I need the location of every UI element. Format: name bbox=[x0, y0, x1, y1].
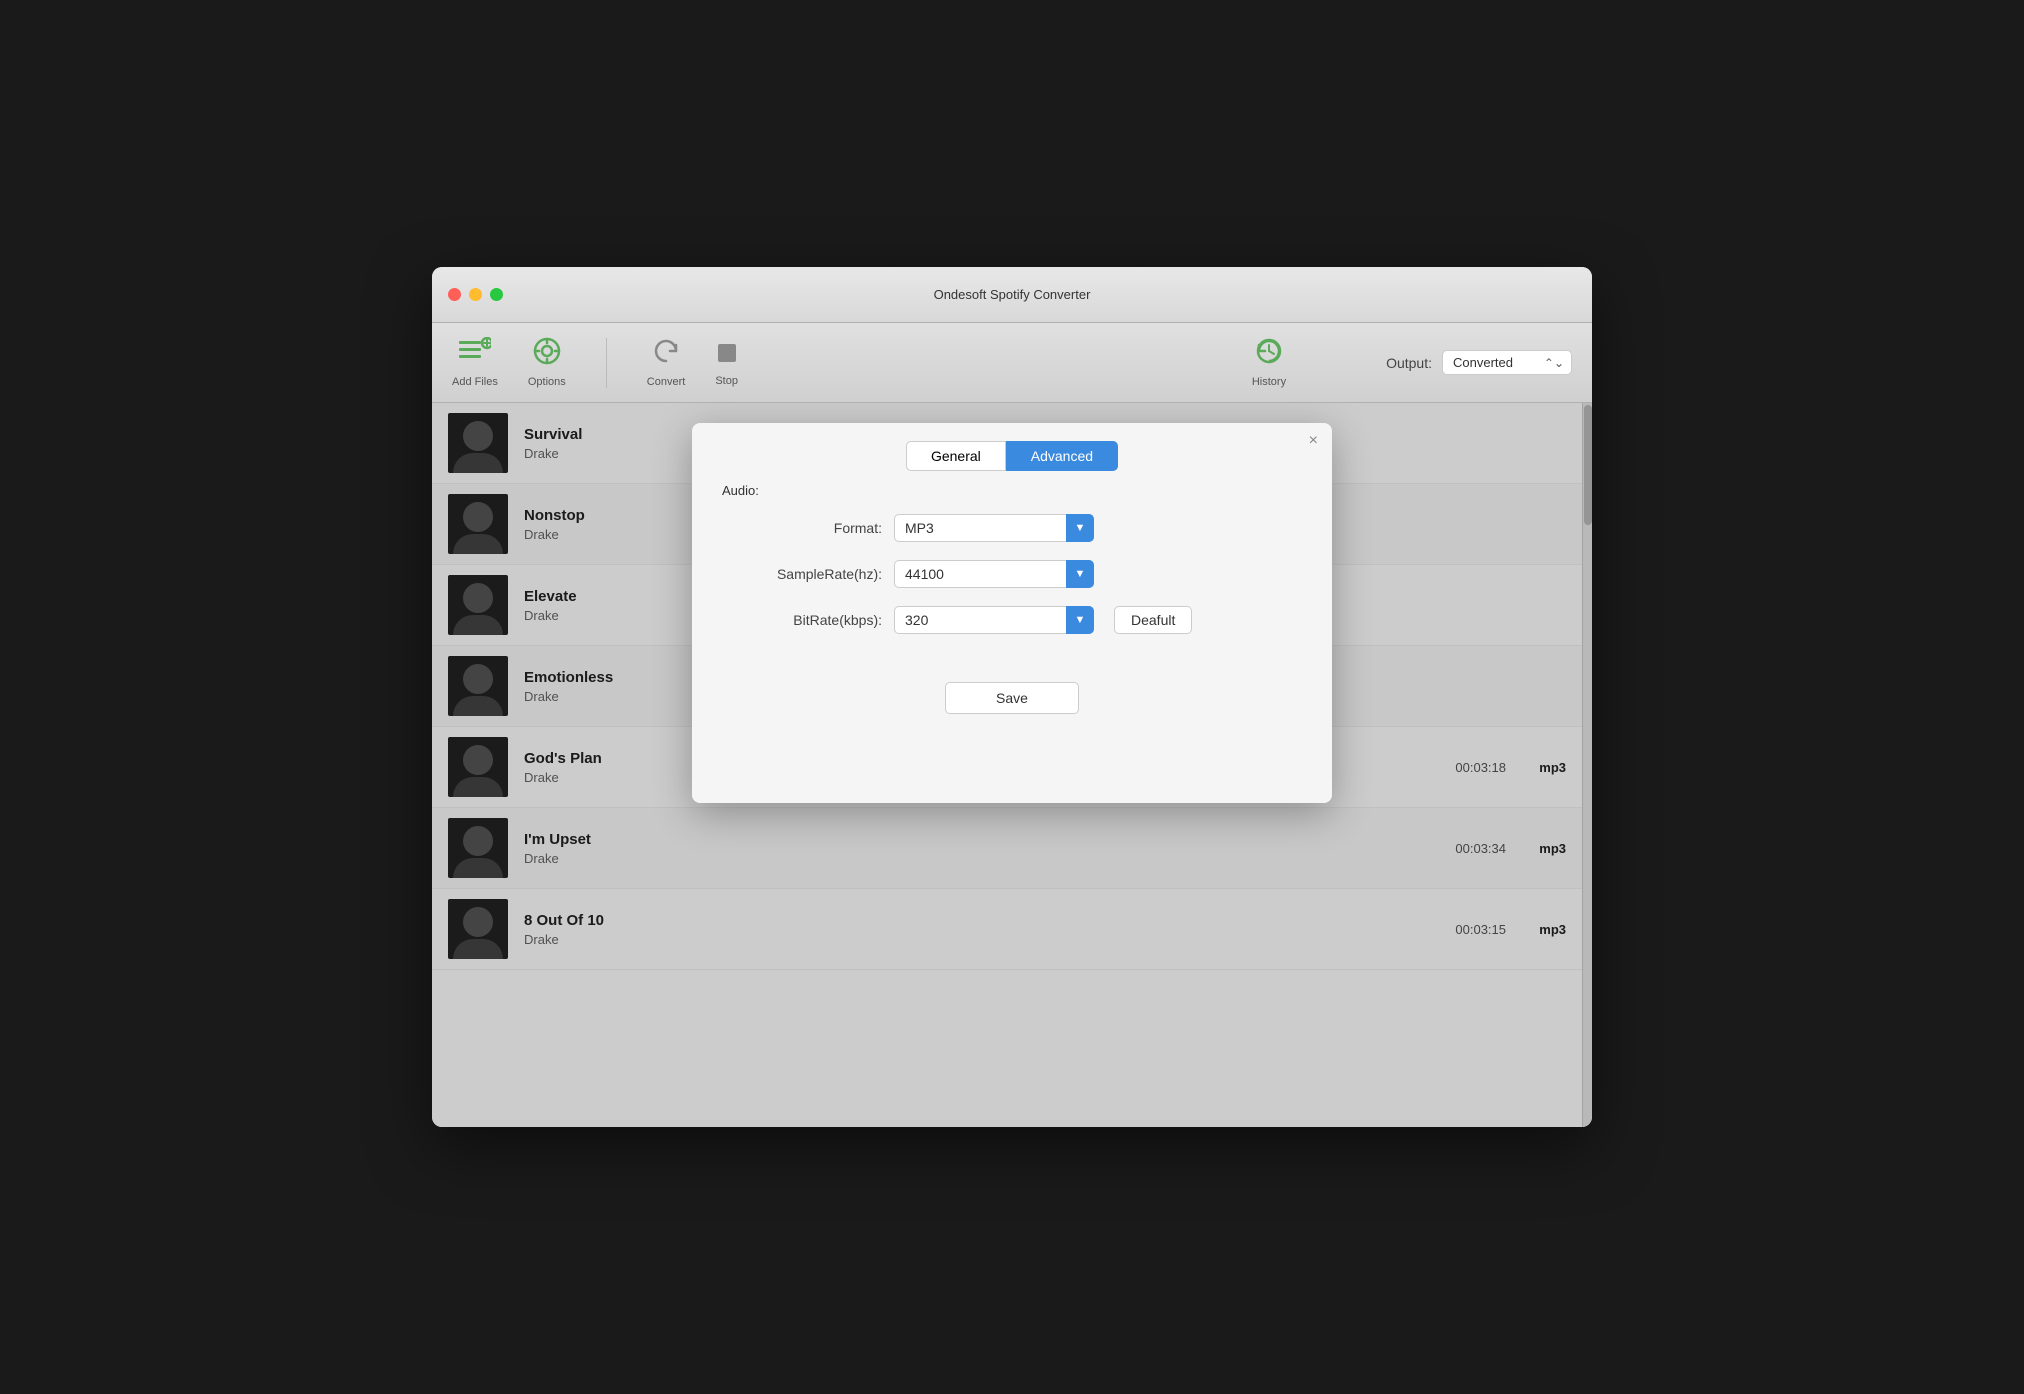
modal-close-button[interactable]: × bbox=[1309, 433, 1318, 449]
samplerate-row: SampleRate(hz): 44100 22050 48000 96000 … bbox=[722, 560, 1302, 588]
stop-button[interactable]: Stop bbox=[715, 339, 738, 387]
format-label: Format: bbox=[722, 520, 882, 536]
bitrate-select-wrapper: 320 256 192 128 96 ▼ bbox=[894, 606, 1094, 634]
output-select[interactable]: Converted bbox=[1442, 350, 1572, 375]
default-button[interactable]: Deafult bbox=[1114, 606, 1192, 634]
audio-section-label: Audio: bbox=[722, 483, 1302, 498]
tab-general[interactable]: General bbox=[906, 441, 1006, 471]
toolbar: Add Files Options bbox=[432, 323, 1592, 403]
samplerate-select-wrapper: 44100 22050 48000 96000 ▼ bbox=[894, 560, 1094, 588]
bitrate-label: BitRate(kbps): bbox=[722, 612, 882, 628]
format-row: Format: MP3 AAC FLAC WAV OGG ▼ bbox=[722, 514, 1302, 542]
stop-icon bbox=[716, 339, 738, 371]
modal-body: Audio: Format: MP3 AAC FLAC WAV OGG bbox=[692, 483, 1332, 672]
samplerate-label: SampleRate(hz): bbox=[722, 566, 882, 582]
settings-modal: × General Advanced Audio: Format: MP3 bbox=[692, 423, 1332, 803]
window-controls bbox=[448, 288, 503, 301]
options-label: Options bbox=[528, 376, 566, 388]
output-select-wrapper: Converted ⌃⌄ bbox=[1442, 350, 1572, 375]
modal-tabs: General Advanced bbox=[692, 423, 1332, 483]
samplerate-select[interactable]: 44100 22050 48000 96000 bbox=[894, 560, 1094, 588]
output-label: Output: bbox=[1386, 355, 1432, 371]
convert-icon bbox=[651, 337, 681, 372]
options-button[interactable]: Options bbox=[528, 337, 566, 388]
minimize-button[interactable] bbox=[469, 288, 482, 301]
output-area: Output: Converted ⌃⌄ bbox=[1386, 350, 1572, 375]
convert-label: Convert bbox=[647, 376, 686, 388]
window-title: Ondesoft Spotify Converter bbox=[934, 287, 1091, 302]
history-icon bbox=[1254, 337, 1284, 372]
save-button[interactable]: Save bbox=[945, 682, 1079, 714]
history-button[interactable]: History bbox=[1252, 337, 1286, 388]
format-select[interactable]: MP3 AAC FLAC WAV OGG bbox=[894, 514, 1094, 542]
history-label: History bbox=[1252, 376, 1286, 388]
maximize-button[interactable] bbox=[490, 288, 503, 301]
convert-button[interactable]: Convert bbox=[647, 337, 686, 388]
add-files-icon bbox=[459, 337, 491, 372]
main-window: Ondesoft Spotify Converter Add Files bbox=[432, 267, 1592, 1127]
stop-label: Stop bbox=[715, 375, 738, 387]
add-files-label: Add Files bbox=[452, 376, 498, 388]
bitrate-row: BitRate(kbps): 320 256 192 128 96 ▼ De bbox=[722, 606, 1302, 634]
bitrate-select[interactable]: 320 256 192 128 96 bbox=[894, 606, 1094, 634]
modal-overlay: × General Advanced Audio: Format: MP3 bbox=[432, 403, 1592, 1127]
format-select-wrapper: MP3 AAC FLAC WAV OGG ▼ bbox=[894, 514, 1094, 542]
add-files-button[interactable]: Add Files bbox=[452, 337, 498, 388]
options-icon bbox=[533, 337, 561, 372]
content-area: Survival Drake Nonstop Drake Elevate Dra… bbox=[432, 403, 1592, 1127]
titlebar: Ondesoft Spotify Converter bbox=[432, 267, 1592, 323]
modal-footer: Save bbox=[692, 672, 1332, 738]
tab-advanced[interactable]: Advanced bbox=[1006, 441, 1118, 471]
close-button[interactable] bbox=[448, 288, 461, 301]
